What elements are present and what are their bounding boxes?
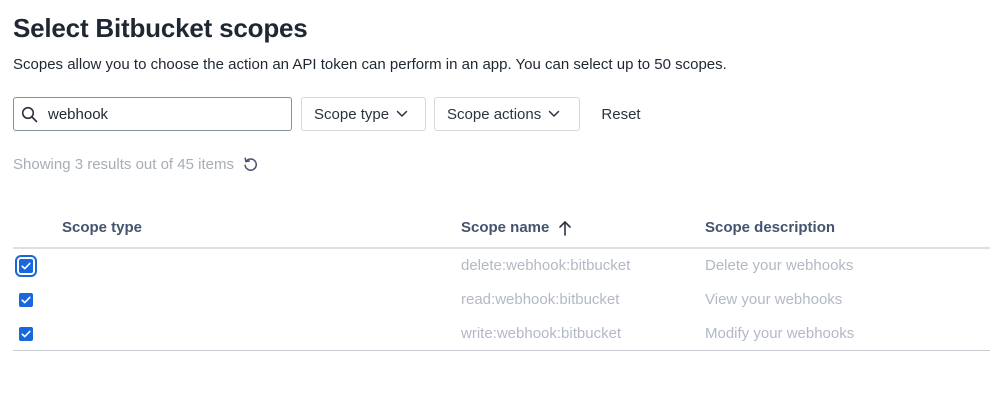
refresh-icon[interactable] [242,156,259,173]
chevron-down-icon [396,110,408,118]
scope-description: View your webhooks [705,291,843,308]
checkmark-icon [21,296,31,304]
page-subtitle: Scopes allow you to choose the action an… [13,56,727,73]
checkmark-icon [21,262,31,270]
results-text: Showing 3 results out of 45 items [13,156,234,173]
scope-type-label: Scope type [314,105,390,123]
search-input[interactable] [46,104,270,124]
table-row: write:webhook:bitbucket Modify your webh… [13,317,990,351]
checkmark-icon [21,330,31,338]
search-icon [20,105,38,123]
column-header-scope-type[interactable]: Scope type [62,219,142,236]
table-bottom-divider [13,350,990,351]
scope-description: Delete your webhooks [705,257,854,274]
scopes-page: Select Bitbucket scopes Scopes allow you… [0,0,1000,398]
scope-name: delete:webhook:bitbucket [461,257,631,274]
column-header-scope-description[interactable]: Scope description [705,219,835,236]
search-box[interactable] [13,97,292,131]
scope-name: read:webhook:bitbucket [461,291,620,308]
sort-ascending-icon [558,220,572,236]
scope-name: write:webhook:bitbucket [461,325,622,342]
row-checkbox[interactable] [19,327,33,341]
column-header-scope-name[interactable]: Scope name [461,219,572,236]
chevron-down-icon [548,110,560,118]
reset-button[interactable]: Reset [588,97,654,131]
table-row: read:webhook:bitbucket View your webhook… [13,283,990,317]
scope-type-dropdown[interactable]: Scope type [301,97,426,131]
row-checkbox[interactable] [15,255,37,277]
table-row: delete:webhook:bitbucket Delete your web… [13,249,990,283]
page-title: Select Bitbucket scopes [13,13,308,43]
row-checkbox[interactable] [19,293,33,307]
scope-actions-dropdown[interactable]: Scope actions [434,97,580,131]
table-header: Scope type Scope name Scope description [13,218,990,249]
scope-actions-label: Scope actions [447,105,542,123]
scope-description: Modify your webhooks [705,325,855,342]
results-summary: Showing 3 results out of 45 items [13,156,259,173]
